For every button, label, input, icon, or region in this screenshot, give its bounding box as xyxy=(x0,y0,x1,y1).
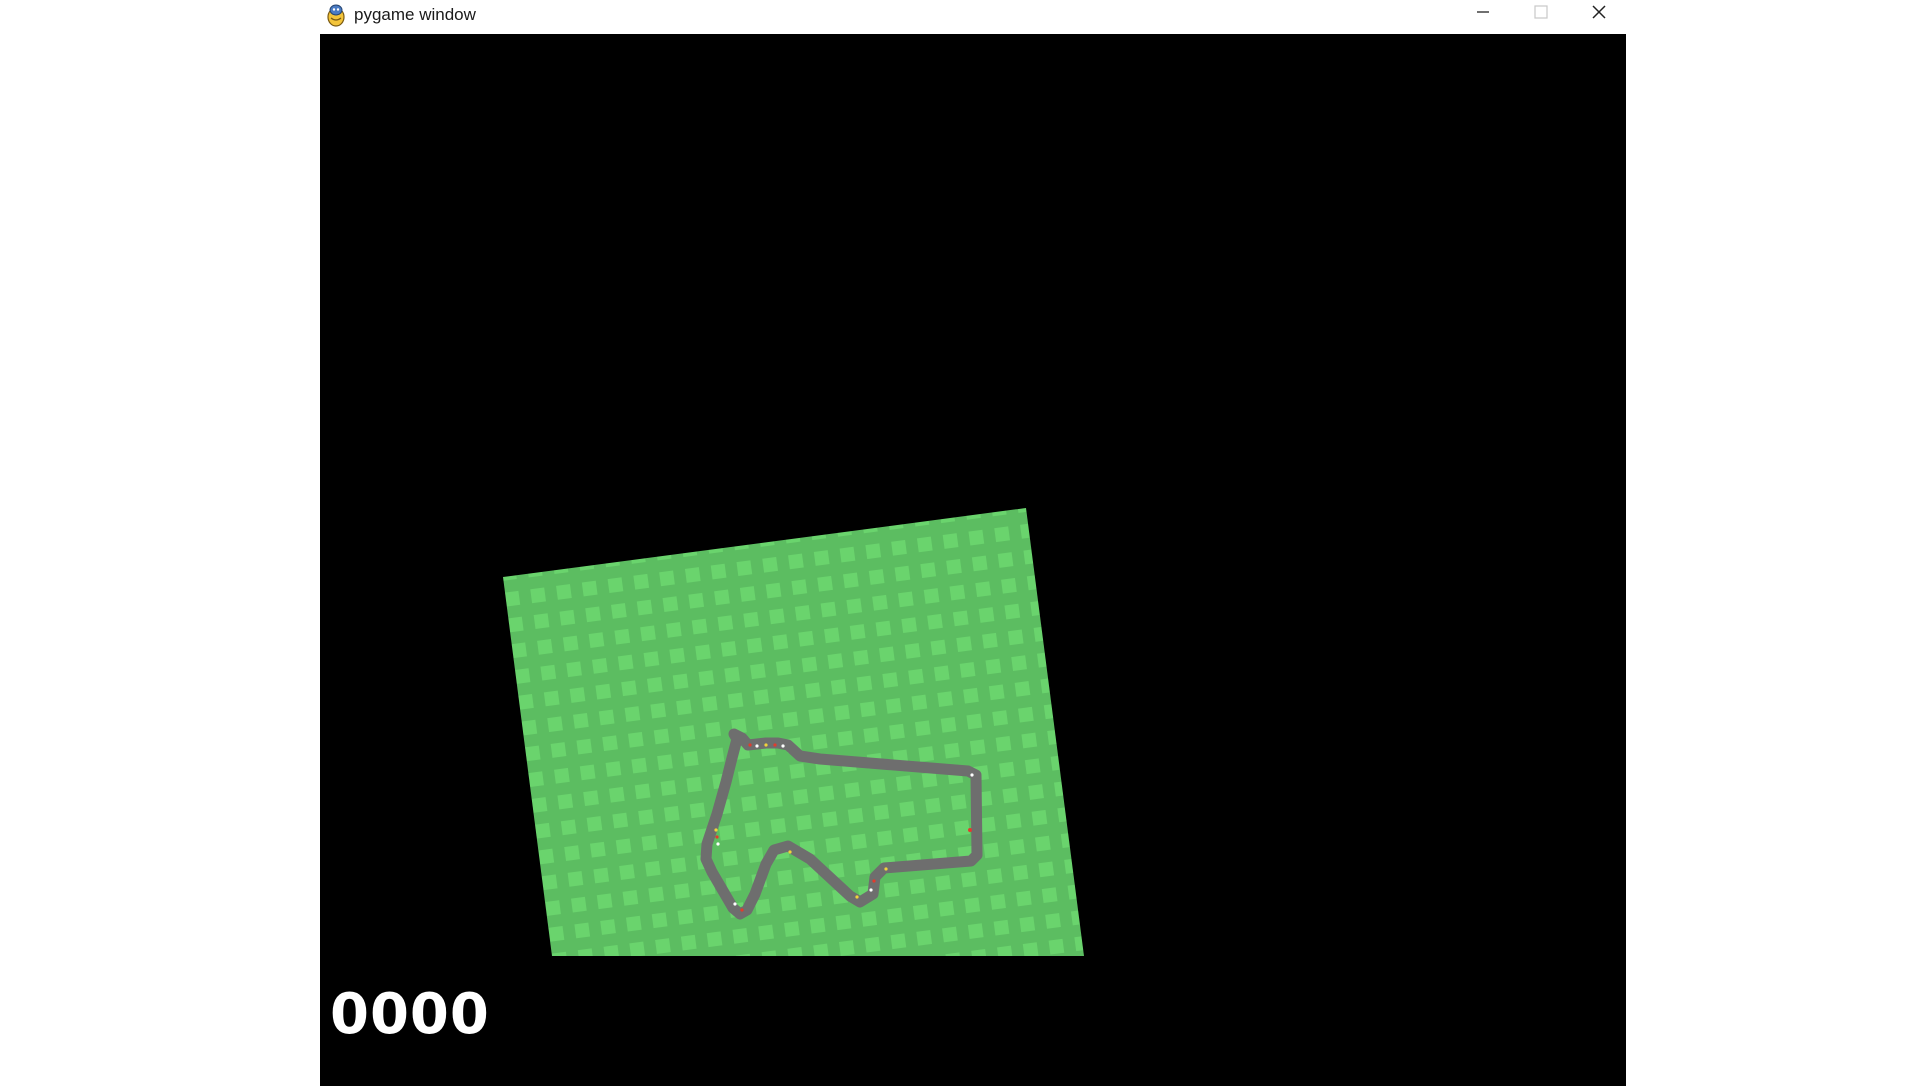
close-icon xyxy=(1591,4,1607,25)
pygame-window: pygame window 0000 xyxy=(320,0,1626,1086)
score-counter: 0000 xyxy=(330,982,490,1047)
maximize-icon xyxy=(1534,4,1548,24)
minimize-icon xyxy=(1476,5,1490,24)
title-bar[interactable]: pygame window xyxy=(320,0,1626,34)
pygame-snake-icon xyxy=(325,3,347,27)
minimize-button[interactable] xyxy=(1454,0,1512,28)
game-scene xyxy=(503,508,1084,956)
grass-field xyxy=(503,508,1084,956)
maximize-button[interactable] xyxy=(1512,0,1570,28)
game-canvas[interactable]: 0000 xyxy=(320,34,1626,1086)
window-title: pygame window xyxy=(354,5,476,24)
close-button[interactable] xyxy=(1570,0,1628,28)
